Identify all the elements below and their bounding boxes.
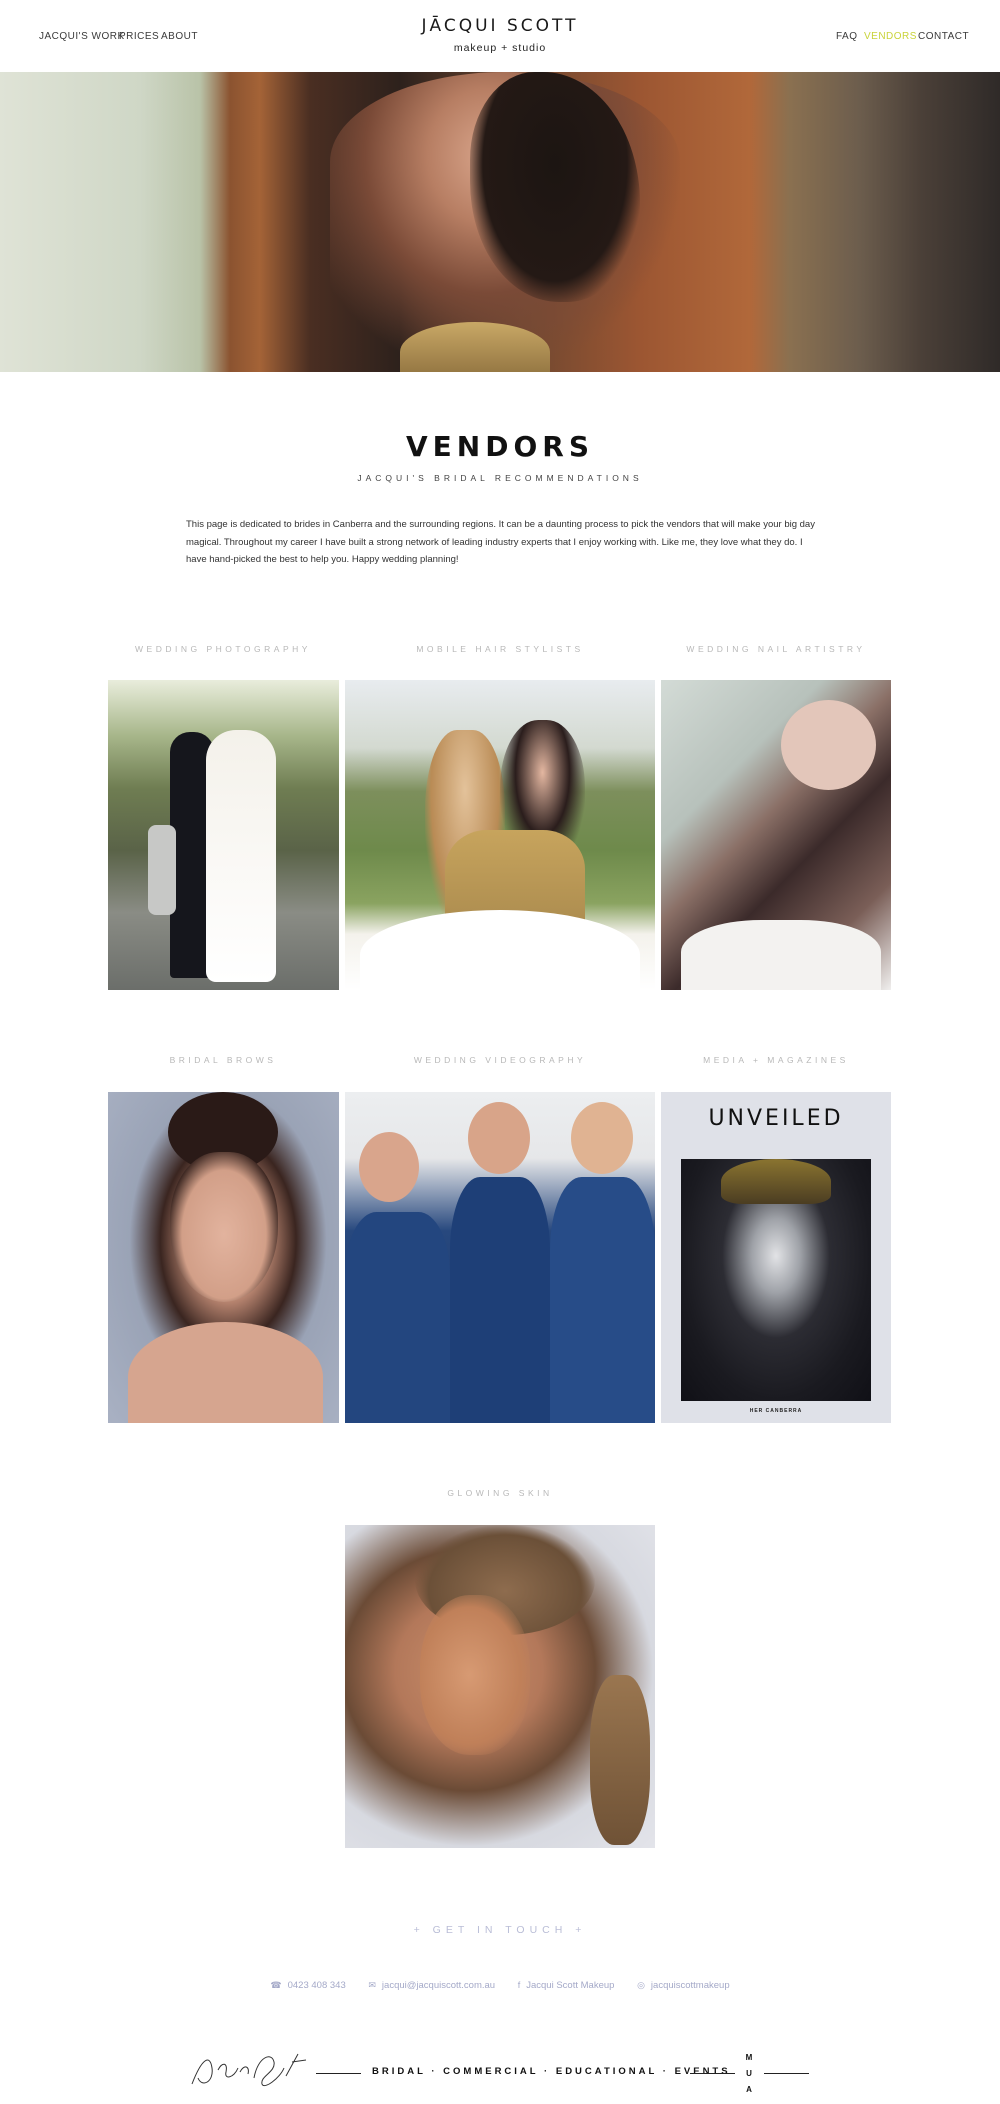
page-title: VENDORS	[405, 430, 594, 463]
contact-instagram[interactable]: ◎ jacquiscottmakeup	[637, 1980, 730, 1991]
phone-icon: ☎	[270, 1980, 282, 1990]
category-label-glowing-skin: GLOWING SKIN	[447, 1488, 553, 1498]
contact-instagram-text: jacquiscottmakeup	[650, 1980, 730, 1991]
hero-image	[0, 72, 1000, 372]
magazine-title: UNVEILED	[708, 1106, 844, 1131]
footer-tagline: BRIDAL · COMMERCIAL · EDUCATIONAL · EVEN…	[372, 2066, 731, 2077]
contact-phone-text: 0423 408 343	[287, 1980, 346, 1991]
email-icon: ✉	[368, 1980, 376, 1990]
footer-divider-left	[316, 2073, 361, 2074]
nav-contact[interactable]: CONTACT	[918, 31, 969, 42]
vendor-photo-wedding-videography[interactable]	[345, 1092, 655, 1423]
vendor-photo-bridal-brows[interactable]	[108, 1092, 339, 1423]
vendor-photo-wedding-nail-artistry[interactable]	[661, 680, 891, 990]
magazine-cover-crown	[721, 1159, 831, 1204]
category-label-wedding-videography: WEDDING VIDEOGRAPHY	[413, 1055, 587, 1065]
magazine-footer: HER CANBERRA	[749, 1408, 803, 1414]
footer-mua-letter: M	[745, 2053, 753, 2062]
nav-faq[interactable]: FAQ	[836, 31, 858, 42]
category-label-mobile-hair-stylists: MOBILE HAIR STYLISTS	[416, 644, 584, 654]
page-subtitle: JACQUI'S BRIDAL RECOMMENDATIONS	[357, 473, 643, 483]
footer-divider-middle	[690, 2073, 735, 2074]
category-label-bridal-brows: BRIDAL BROWS	[169, 1055, 277, 1065]
category-label-wedding-nail-artistry: WEDDING NAIL ARTISTRY	[686, 644, 866, 654]
vendor-photo-wedding-photography[interactable]	[108, 680, 339, 990]
contact-email-text: jacqui@jacquiscott.com.au	[381, 1980, 496, 1991]
footer-mua-letter: U	[746, 2069, 752, 2078]
facebook-icon: f	[517, 1980, 521, 1990]
contact-bar: ☎ 0423 408 343 ✉ jacqui@jacquiscott.com.au…	[0, 1980, 1000, 1991]
site-header: JACQUI'S WORK PRICES ABOUT JĀCQUI SCOTT …	[0, 0, 1000, 72]
contact-email[interactable]: ✉ jacqui@jacquiscott.com.au	[368, 1980, 495, 1991]
contact-phone[interactable]: ☎ 0423 408 343	[270, 1980, 345, 1991]
vendor-photo-mobile-hair-stylists[interactable]	[345, 680, 655, 990]
site-logo-tagline: makeup + studio	[453, 42, 547, 54]
contact-facebook-text: Jacqui Scott Makeup	[526, 1980, 615, 1991]
get-in-touch-link[interactable]: + GET IN TOUCH +	[0, 1924, 1000, 1936]
contact-facebook[interactable]: f Jacqui Scott Makeup	[518, 1980, 615, 1991]
footer-divider-right	[764, 2073, 809, 2074]
intro-paragraph: This page is dedicated to brides in Canb…	[186, 519, 815, 565]
nav-vendors[interactable]: VENDORS	[864, 31, 917, 42]
vendor-photo-media-magazines[interactable]: UNVEILED HER CANBERRA	[661, 1092, 891, 1423]
category-label-media-magazines: MEDIA + MAGAZINES	[703, 1055, 849, 1065]
signature-logo	[191, 2053, 307, 2086]
vendor-photo-glowing-skin[interactable]	[345, 1525, 655, 1848]
instagram-icon: ◎	[637, 1980, 645, 1990]
category-label-wedding-photography: WEDDING PHOTOGRAPHY	[135, 644, 311, 654]
footer-mua: M U A	[744, 2050, 754, 2098]
footer-mua-letter: A	[746, 2085, 752, 2094]
